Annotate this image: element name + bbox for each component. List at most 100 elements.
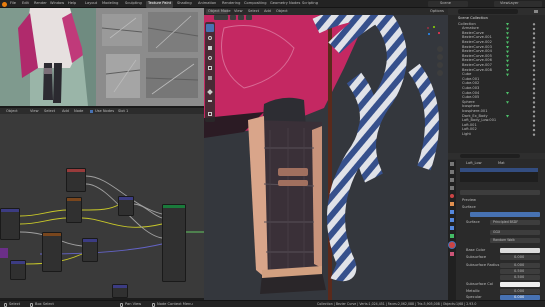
menu-edit[interactable]: Edit [22,1,29,6]
particles-tab-icon[interactable] [450,218,454,222]
node-mix-1[interactable] [118,196,134,216]
subsurface-radius-label: Subsurface Radius [466,263,500,267]
tab-scripting[interactable]: Scripting [302,1,318,6]
metallic-field[interactable]: 0.000 [500,289,540,294]
outliner-search-input[interactable] [458,9,518,14]
material-slot-selected[interactable] [460,168,538,172]
zoom-icon[interactable] [437,46,443,52]
node-texture-coordinate[interactable] [66,168,86,192]
mouse-middle-icon [120,302,123,307]
subsurface-radius-field[interactable]: 0.000 [500,263,540,268]
measure-tool-icon[interactable] [208,100,212,102]
surface-shader-dropdown[interactable]: Principled BSDF [490,220,540,225]
viewport-menu-view[interactable]: View [234,9,243,14]
menu-window[interactable]: Window [50,1,64,6]
properties-search-input[interactable] [460,154,520,158]
tab-geometry-nodes[interactable]: Geometry Nodes [270,1,300,6]
scale-tool-icon[interactable] [208,66,212,70]
base-color-swatch[interactable] [500,248,540,253]
tab-animation[interactable]: Animation [198,1,216,6]
specular-field[interactable]: 0.000 [500,295,540,300]
gizmo-x-axis-icon[interactable] [438,32,441,35]
node-normal-map[interactable] [10,260,26,280]
mouse-left-drag-icon [30,302,33,307]
tab-compositing[interactable]: Compositing [244,1,267,6]
subsurface-field[interactable]: 0.000 [500,255,540,260]
tab-sculpting[interactable]: Sculpting [125,1,142,6]
node-principled-bsdf[interactable] [162,204,186,282]
camera-view-icon[interactable] [437,62,443,68]
transform-tool-icon[interactable] [208,76,212,80]
node-math[interactable] [82,238,98,262]
menu-render[interactable]: Render [34,1,47,6]
annotate-tool-icon[interactable] [207,89,213,95]
blender-logo-icon[interactable] [2,1,7,7]
tab-rendering[interactable]: Rendering [222,1,240,6]
pan-icon[interactable] [437,54,443,60]
menu-file[interactable]: File [10,1,16,6]
modifier-tab-icon[interactable] [450,210,454,214]
output-tab-icon[interactable] [450,178,454,182]
object-name: Loft_Low [466,160,482,165]
use-nodes-checkbox[interactable] [90,110,93,113]
subsurface-color-swatch[interactable] [500,282,540,287]
perspective-toggle-icon[interactable] [437,70,443,76]
world-tab-icon[interactable] [450,194,454,198]
pivot-dropdown[interactable] [230,15,236,20]
surface-label: Surface [466,220,480,224]
data-tab-icon[interactable] [450,234,454,238]
rotate-tool-icon[interactable] [208,56,212,60]
subsurface-radius-field-3[interactable]: 0.500 [500,275,540,280]
tab-shading[interactable]: Shading [177,1,192,6]
subsurface-radius-field-2[interactable]: 0.500 [500,269,540,274]
preview-panel-header[interactable]: Preview [462,198,476,203]
navigation-gizmo[interactable] [424,24,444,44]
viewport-menu-add[interactable]: Add [264,9,271,14]
node-box-purple [0,248,8,258]
viewport-menu-object[interactable]: Object [276,9,288,14]
viewport-header-secondary [204,15,448,20]
texture-tab-icon[interactable] [450,252,454,256]
top-bar: File Edit Render Window Help Layout Mode… [0,0,545,8]
scene-tab-icon[interactable] [450,186,454,190]
random-walk-dropdown[interactable]: Random Walk [490,238,540,243]
tool-tab-icon[interactable] [450,162,454,166]
proportional-toggle[interactable] [246,15,252,20]
material-datablock-selector[interactable] [460,190,540,195]
menu-help[interactable]: Help [68,1,76,6]
tab-layout[interactable]: Layout [85,1,97,6]
node-bump[interactable] [112,284,128,298]
surface-panel-header[interactable]: Surface [462,205,476,210]
physics-tab-icon[interactable] [450,226,454,230]
node-color-ramp[interactable] [0,208,20,240]
gizmo-y-axis-icon[interactable] [433,26,436,29]
material-tab-icon[interactable] [449,242,455,248]
tab-texture-paint[interactable]: Texture Paint [148,1,171,6]
move-tool-icon[interactable] [208,46,212,50]
3d-viewport[interactable] [204,8,448,300]
node-image-texture-2[interactable] [42,232,62,272]
node-image-texture-1[interactable] [66,197,82,223]
filter-icon[interactable] [534,10,538,13]
node-editor-canvas[interactable] [0,114,204,298]
tab-modeling[interactable]: Modeling [102,1,118,6]
render-tab-icon[interactable] [450,170,454,174]
status-scene-stats: Collection | Bezier Curve | Verts:1,024,… [317,301,477,306]
status-select: Select [9,301,21,306]
cursor-tool-icon[interactable] [208,36,212,40]
metallic-label: Metallic [466,289,480,293]
mouse-left-icon [4,302,7,307]
material-slot-list[interactable] [460,168,538,182]
gizmo-z-axis-icon[interactable] [428,33,431,36]
gizmo-neg-x-icon[interactable] [427,27,430,30]
viewport-menu-select[interactable]: Select [248,9,259,14]
ggx-dropdown[interactable]: GGX [490,230,540,235]
viewport-options[interactable]: Options [430,9,444,14]
snap-toggle[interactable] [238,15,244,20]
use-nodes-button[interactable] [470,212,540,217]
object-tab-icon[interactable] [450,202,454,206]
view-layer-label: ViewLayer [500,1,519,5]
transform-global-dropdown[interactable] [214,15,228,20]
add-cube-tool-icon[interactable] [208,112,212,116]
select-tool-icon[interactable] [206,24,214,32]
